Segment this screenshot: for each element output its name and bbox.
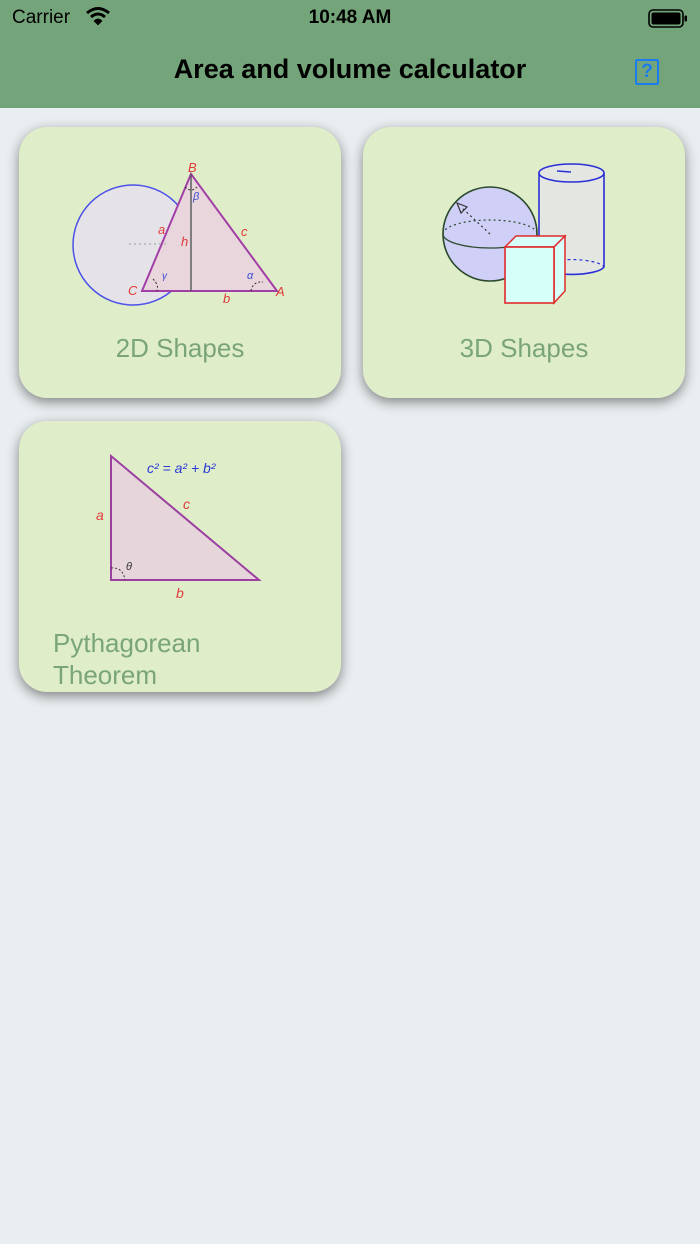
formula-text: c² = a² + b² [147, 460, 217, 476]
angle-alpha-label: α [247, 270, 254, 282]
side-b-label: b [176, 585, 184, 601]
card-pythagorean-theorem[interactable]: c² = a² + b² a c b θ Pythagorean Theorem [19, 421, 341, 692]
clock: 10:48 AM [308, 7, 392, 28]
card-pythagorean-label-line2: Theorem [53, 660, 158, 690]
card-3d-shapes[interactable]: 3D Shapes [363, 127, 685, 398]
angle-beta-label: β [192, 191, 200, 203]
card-pythagorean-label-line1: Pythagorean [53, 628, 201, 658]
side-a-label: a [158, 222, 165, 237]
status-bar: Carrier 10:48 AM [0, 0, 700, 36]
navigation-bar: Carrier 10:48 AM Area and volume calcula… [0, 0, 700, 108]
side-c-label: c [241, 224, 248, 239]
side-b-label: b [223, 291, 230, 306]
vertex-b-label: B [188, 160, 197, 175]
card-2d-shapes[interactable]: B β a h c C γ α A b 2D Shapes [19, 127, 341, 398]
battery-icon [648, 9, 688, 35]
angle-theta-label: θ [126, 561, 132, 573]
side-a-label: a [96, 507, 104, 523]
pythagorean-illustration: c² = a² + b² a c b θ [96, 453, 262, 601]
card-2d-shapes-label: 2D Shapes [115, 333, 245, 363]
card-pythagorean-label: Pythagorean Theorem [53, 627, 200, 691]
3d-shapes-illustration [442, 163, 605, 305]
page-title: Area and volume calculator [173, 54, 527, 84]
side-c-label: c [183, 496, 190, 512]
help-button[interactable]: ? [635, 59, 659, 85]
2d-shapes-illustration: B β a h c C γ α A b [72, 160, 285, 306]
card-3d-shapes-label: 3D Shapes [459, 333, 589, 363]
height-h-label: h [181, 234, 188, 249]
vertex-c-label: C [128, 283, 138, 298]
vertex-a-label: A [275, 284, 285, 299]
